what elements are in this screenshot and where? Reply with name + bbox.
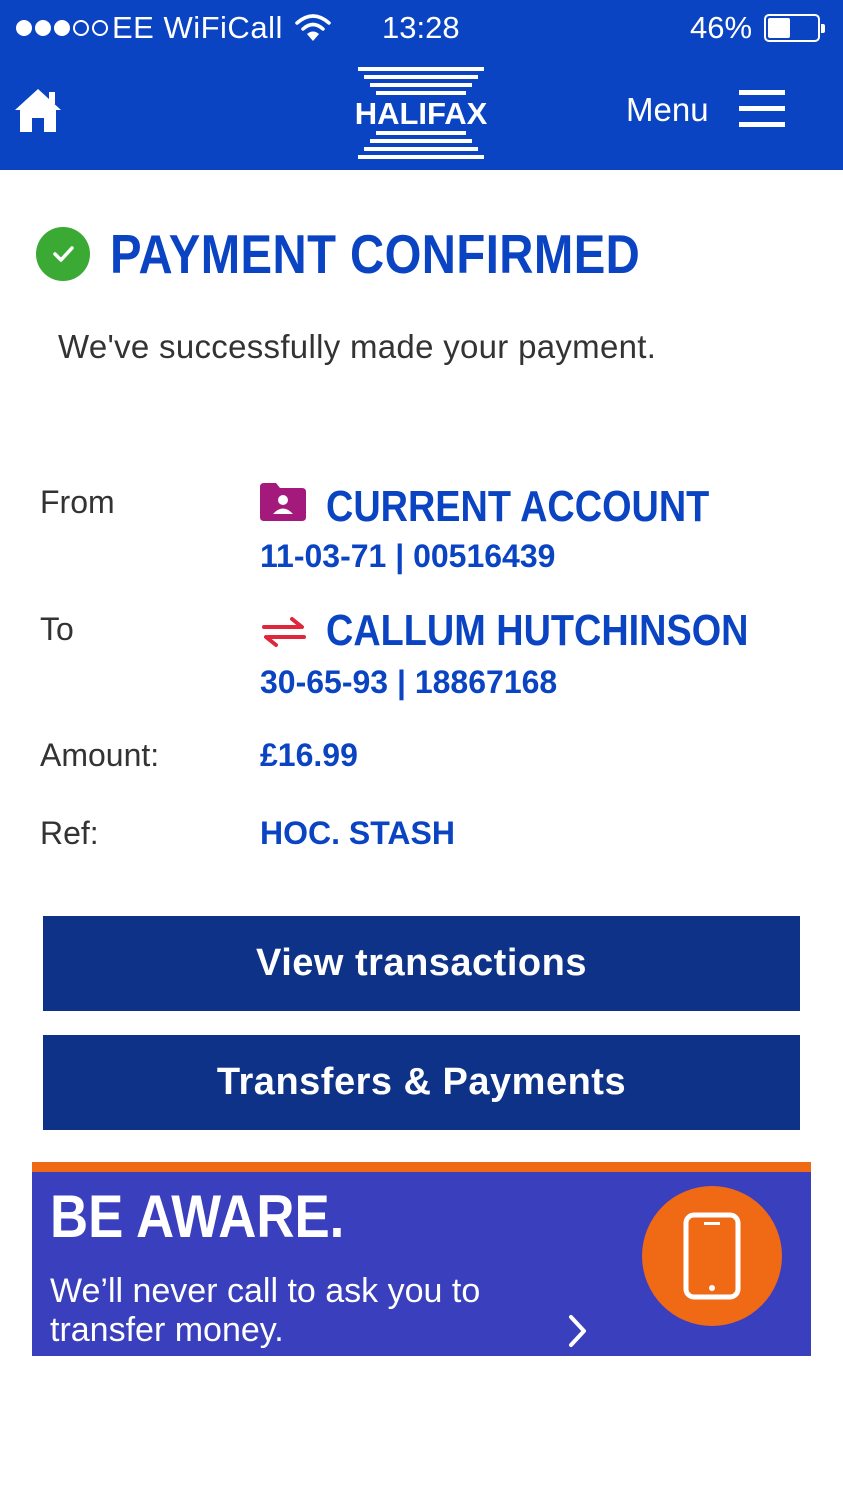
battery-icon [764,14,825,42]
banner-accent-stripe [32,1162,811,1172]
home-icon[interactable] [12,86,64,139]
ref-label: Ref: [40,815,99,851]
halifax-logo[interactable]: HALIFAX [330,64,512,160]
mobile-phone-icon [642,1186,782,1326]
view-transactions-button[interactable]: View transactions [43,916,800,1011]
to-payee-number: 30-65-93 | 18867168 [260,664,558,700]
amount-label: Amount: [40,737,160,773]
menu-label[interactable]: Menu [626,91,709,129]
from-label: From [40,484,115,520]
from-account-name[interactable]: CURRENT ACCOUNT [326,482,709,532]
confirmation-message: We've successfully made your payment. [58,328,657,365]
account-icon [260,483,306,526]
clock: 13:28 [382,10,460,45]
status-bar: EE WiFiCall 13:28 46% [0,0,843,58]
svg-text:HALIFAX: HALIFAX [355,96,488,131]
confirmation-header: PAYMENT CONFIRMED [36,222,727,286]
amount-value: £16.99 [260,737,358,773]
from-account-number: 11-03-71 | 00516439 [260,538,556,574]
transfers-payments-button[interactable]: Transfers & Payments [43,1035,800,1130]
top-bar: EE WiFiCall 13:28 46% HALIFAX Menu [0,0,843,170]
hamburger-icon[interactable] [739,90,785,128]
fraud-warning-banner[interactable]: BE AWARE. We’ll never call to ask you to… [32,1162,811,1356]
transfer-arrows-icon [260,615,308,654]
chevron-right-icon[interactable] [566,1314,590,1353]
wifi-icon [294,12,332,49]
signal-strength-icon [16,20,108,36]
check-circle-icon [36,227,90,281]
to-payee-name[interactable]: CALLUM HUTCHINSON [326,606,749,656]
battery-percentage: 46% [690,10,753,45]
carrier-name: EE WiFiCall [112,10,283,45]
ref-value: HOC. STASH [260,815,455,851]
banner-title: BE AWARE. [50,1183,345,1250]
to-label: To [40,611,74,647]
banner-text: We’ll never call to ask you to transfer … [50,1272,481,1349]
page-title: PAYMENT CONFIRMED [110,223,641,285]
